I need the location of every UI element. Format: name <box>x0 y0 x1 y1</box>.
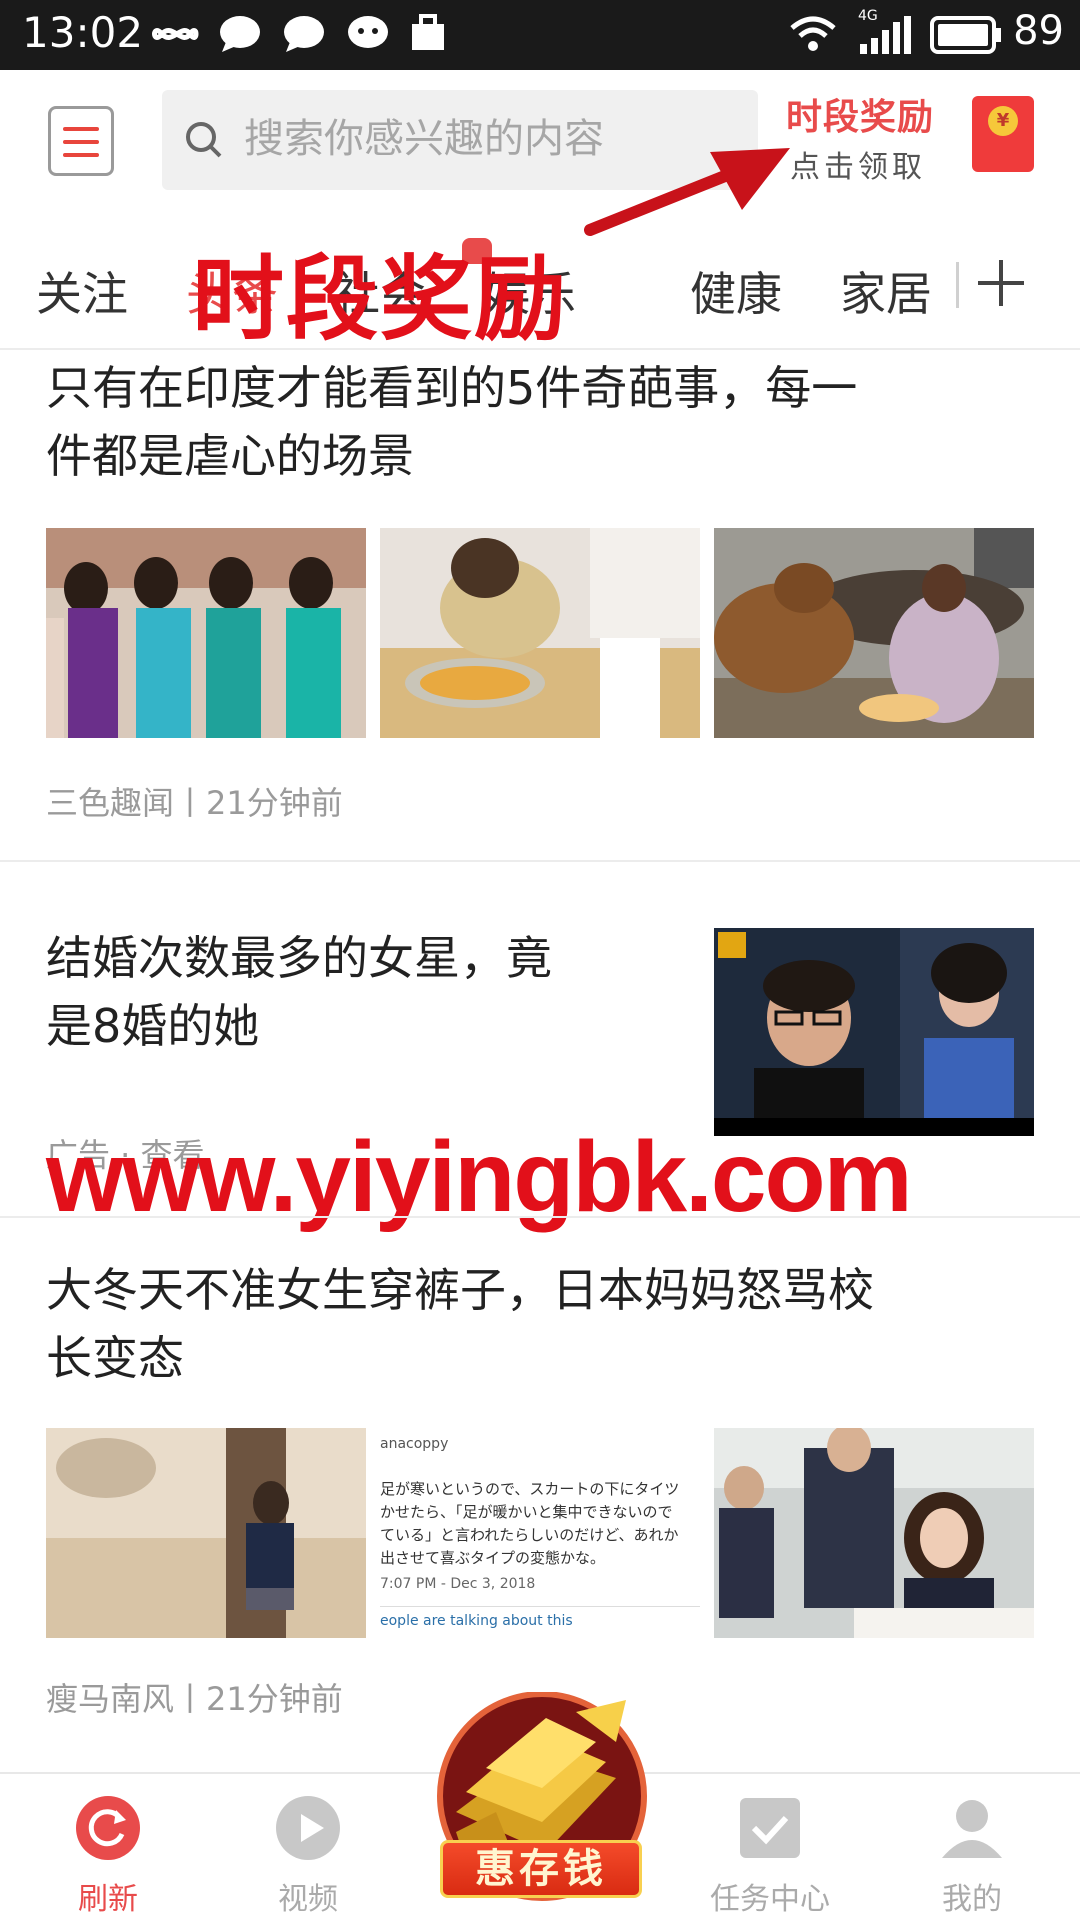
tweet-time: 7:07 PM - Dec 3, 2018 <box>380 1576 536 1592</box>
tweet-text: 足が寒いというので、スカートの下にタイツ かせたら、「足が暖かいと集中できないの… <box>380 1478 700 1570</box>
chat-icon <box>284 16 324 52</box>
menu-line <box>63 153 99 157</box>
article-thumbnail <box>46 1428 366 1638</box>
feed-article[interactable]: 只有在印度才能看到的5件奇葩事，每一 件都是虐心的场景 三色趣闻丨21分钟前 <box>0 350 1080 860</box>
refresh-icon <box>76 1796 140 1860</box>
annotation-arrow-icon <box>584 148 790 236</box>
nav-mine[interactable]: 我的 <box>892 1774 1052 1920</box>
wifi-icon <box>790 16 836 51</box>
article-thumbnail <box>714 528 1034 738</box>
bot-icon <box>348 16 388 48</box>
user-icon <box>942 1800 1002 1858</box>
nav-refresh[interactable]: 刷新 <box>28 1774 188 1920</box>
battery-icon <box>930 16 1001 54</box>
search-icon <box>186 122 222 158</box>
save-money-button[interactable]: 惠存钱 <box>426 1691 658 1920</box>
status-time: 13:02 <box>22 8 144 57</box>
article-thumbnail: anacoppy 足が寒いというので、スカートの下にタイツ かせたら、「足が暖か… <box>380 1428 700 1638</box>
status-bar: 13:02 4G 89 <box>0 0 1080 70</box>
task-check-icon <box>740 1798 800 1858</box>
signal-icon <box>860 16 911 54</box>
tweet-footer: eople are talking about this <box>380 1606 700 1629</box>
article-title-line: 只有在印度才能看到的5件奇葩事，每一 <box>46 361 858 415</box>
tab-follow[interactable]: 关注 <box>36 258 128 324</box>
tweet-line: 出させて喜ぶタイプの変態かな。 <box>380 1549 606 1567</box>
article-title-line: 长变态 <box>46 1331 184 1385</box>
feed-article[interactable]: 大冬天不准女生穿裤子，日本妈妈怒骂校 长变态 anacoppy 足が寒いというの… <box>0 1218 1080 1758</box>
menu-line <box>63 127 99 131</box>
tab-health[interactable]: 健康 <box>690 258 782 324</box>
article-title-line: 是8婚的她 <box>46 999 260 1053</box>
article-meta: 瘦马南风丨21分钟前 <box>46 1680 343 1718</box>
article-title: 大冬天不准女生穿裤子，日本妈妈怒骂校 长变态 <box>46 1256 874 1392</box>
play-icon <box>276 1796 340 1860</box>
tweet-line: ている」と言われたらしいのだけど、あれか <box>380 1526 679 1544</box>
nav-label: 我的 <box>942 1882 1002 1917</box>
tab-home[interactable]: 家居 <box>840 258 932 324</box>
tweet-line: 足が寒いというので、スカートの下にタイツ <box>380 1480 680 1498</box>
article-thumbnail <box>46 528 366 738</box>
message-icon <box>220 16 260 52</box>
nav-label: 任务中心 <box>710 1882 830 1917</box>
article-title-line: 结婚次数最多的女星，竟 <box>46 931 552 985</box>
header: 时段奖励 点击领取 ¥ <box>0 70 1080 210</box>
article-thumbnail <box>380 528 700 738</box>
tweet-user: anacoppy <box>380 1436 449 1452</box>
article-title-line: 大冬天不准女生穿裤子，日本妈妈怒骂校 <box>46 1263 874 1317</box>
nav-video[interactable]: 视频 <box>228 1774 388 1920</box>
article-title: 结婚次数最多的女星，竟 是8婚的她 <box>46 924 552 1060</box>
menu-line <box>63 140 99 144</box>
reward-title[interactable]: 时段奖励 <box>786 88 934 140</box>
reward-subtitle[interactable]: 点击领取 <box>790 142 926 186</box>
nav-label: 视频 <box>278 1882 338 1917</box>
yuan-coin-icon: ¥ <box>988 106 1018 136</box>
nav-tasks[interactable]: 任务中心 <box>690 1774 850 1920</box>
overlay-reward-text: 时段奖励 <box>192 246 569 353</box>
save-money-label: 惠存钱 <box>440 1840 642 1898</box>
menu-button[interactable] <box>48 106 114 176</box>
tweet-line: かせたら、「足が暖かいと集中できないので <box>380 1503 673 1521</box>
article-title: 只有在印度才能看到的5件奇葩事，每一 件都是虐心的场景 <box>46 354 857 490</box>
add-channel-icon[interactable] <box>976 258 1026 308</box>
red-packet-icon[interactable]: ¥ <box>972 96 1034 172</box>
battery-level: 89 <box>1013 8 1064 54</box>
article-meta: 三色趣闻丨21分钟前 <box>46 784 343 822</box>
tab-divider <box>956 262 959 308</box>
article-thumbnail <box>714 928 1034 1136</box>
infinity-icon <box>152 28 199 40</box>
nav-label: 刷新 <box>78 1882 138 1917</box>
briefcase-icon <box>412 14 444 50</box>
article-thumbnail <box>714 1428 1034 1638</box>
article-title-line: 件都是虐心的场景 <box>46 429 414 483</box>
